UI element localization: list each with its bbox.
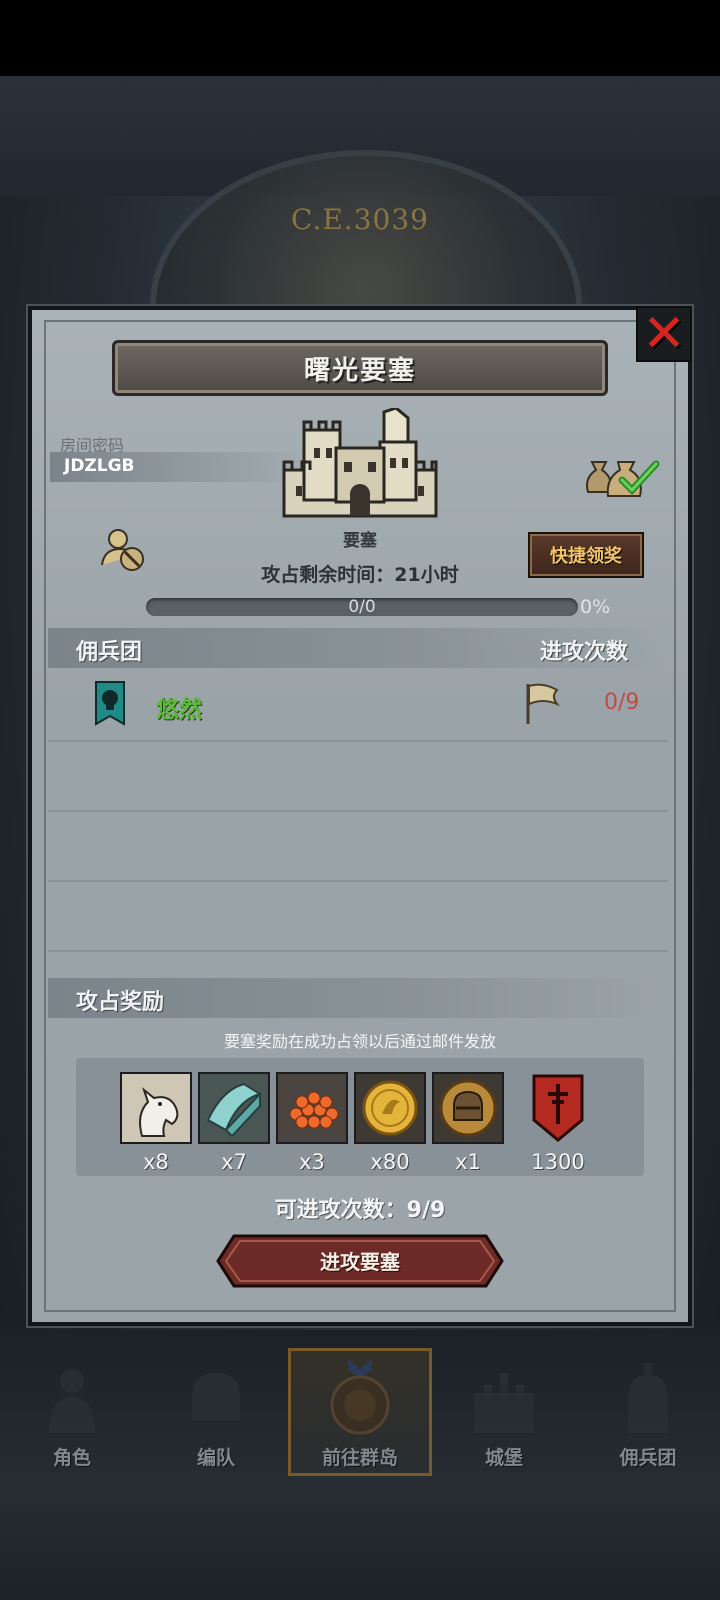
dialog-title: 曙光要塞 xyxy=(303,355,416,386)
nav-tab-mercenary[interactable]: 佣兵团 xyxy=(576,1346,720,1480)
knight-icon xyxy=(48,1369,96,1433)
reward-qty: x80 xyxy=(370,1150,410,1174)
nav-tab-castle[interactable]: 城堡 xyxy=(432,1346,576,1480)
empty-row xyxy=(48,812,668,882)
reward-qty: 1300 xyxy=(531,1150,585,1174)
reward-header: 攻占奖励 xyxy=(76,990,165,1015)
roe-icon xyxy=(289,1091,339,1129)
reward-item-gold[interactable] xyxy=(354,1072,426,1144)
reward-qty: x7 xyxy=(221,1150,247,1174)
red-banner-icon[interactable] xyxy=(530,1072,586,1144)
compass-icon xyxy=(330,1359,390,1435)
flag-icon xyxy=(526,683,560,724)
nav-label: 编队 xyxy=(196,1447,235,1469)
mercenary-row[interactable] xyxy=(48,668,668,742)
room-code: JDZLGB xyxy=(64,456,135,476)
nav-label: 前往群岛 xyxy=(321,1447,398,1469)
gold-coin-icon xyxy=(362,1080,418,1136)
nav-label: 角色 xyxy=(52,1447,91,1469)
helmet-icon xyxy=(192,1373,240,1421)
nav-tab-islands[interactable]: 前往群岛 xyxy=(288,1346,432,1480)
castle-icon xyxy=(474,1373,534,1433)
remaining-time: 攻占剩余时间：21小时 xyxy=(261,564,459,586)
year-label: C.E.3039 xyxy=(291,203,429,236)
remaining-attempts: 可进攻次数：9/9 xyxy=(274,1198,446,1223)
no-member-icon[interactable] xyxy=(98,525,146,573)
close-icon: ✕ xyxy=(642,304,686,364)
fortress-icon xyxy=(282,408,438,518)
fortress-label: 要塞 xyxy=(343,531,377,551)
mercenary-header: 佣兵团 xyxy=(76,640,143,665)
reward-qty: x8 xyxy=(143,1150,169,1174)
nav-label: 佣兵团 xyxy=(619,1447,677,1469)
reward-item-roe[interactable] xyxy=(276,1072,348,1144)
occupation-progress-text: 0/0 xyxy=(348,597,376,617)
horse-icon xyxy=(139,1087,179,1137)
attack-count-header: 进攻次数 xyxy=(540,640,629,665)
close-button[interactable]: ✕ xyxy=(636,306,692,362)
reward-qty: x1 xyxy=(455,1150,481,1174)
reward-note: 要塞奖励在成功占领以后通过邮件发放 xyxy=(223,1032,496,1051)
empty-row xyxy=(48,882,668,952)
nav-tab-formation[interactable]: 编队 xyxy=(144,1346,288,1480)
reward-qty: x3 xyxy=(299,1150,325,1174)
title-banner: 曙光要塞 xyxy=(112,340,608,396)
occupation-progress-percent: 0% xyxy=(580,596,611,618)
guild-emblem-icon xyxy=(95,681,125,726)
guild-attack-count: 0/9 xyxy=(604,690,640,715)
quick-claim-button[interactable]: 快捷领奖 xyxy=(528,532,644,578)
nav-label: 城堡 xyxy=(484,1447,523,1469)
status-bar-area xyxy=(0,0,720,76)
knight-helmet-coin-icon xyxy=(439,1079,497,1137)
reward-item-cloth[interactable] xyxy=(198,1072,270,1144)
reward-item-horse[interactable] xyxy=(120,1072,192,1144)
reward-bag-check-icon[interactable] xyxy=(582,452,662,502)
cloth-icon xyxy=(206,1082,263,1138)
mercenary-icon xyxy=(628,1363,668,1433)
attack-fortress-label: 进攻要塞 xyxy=(320,1250,400,1274)
quick-claim-label: 快捷领奖 xyxy=(550,546,622,567)
reward-item-knight-coin[interactable] xyxy=(432,1072,504,1144)
nav-tab-character[interactable]: 角色 xyxy=(0,1346,144,1480)
guild-name: 悠然 xyxy=(156,697,202,723)
empty-row xyxy=(48,742,668,812)
